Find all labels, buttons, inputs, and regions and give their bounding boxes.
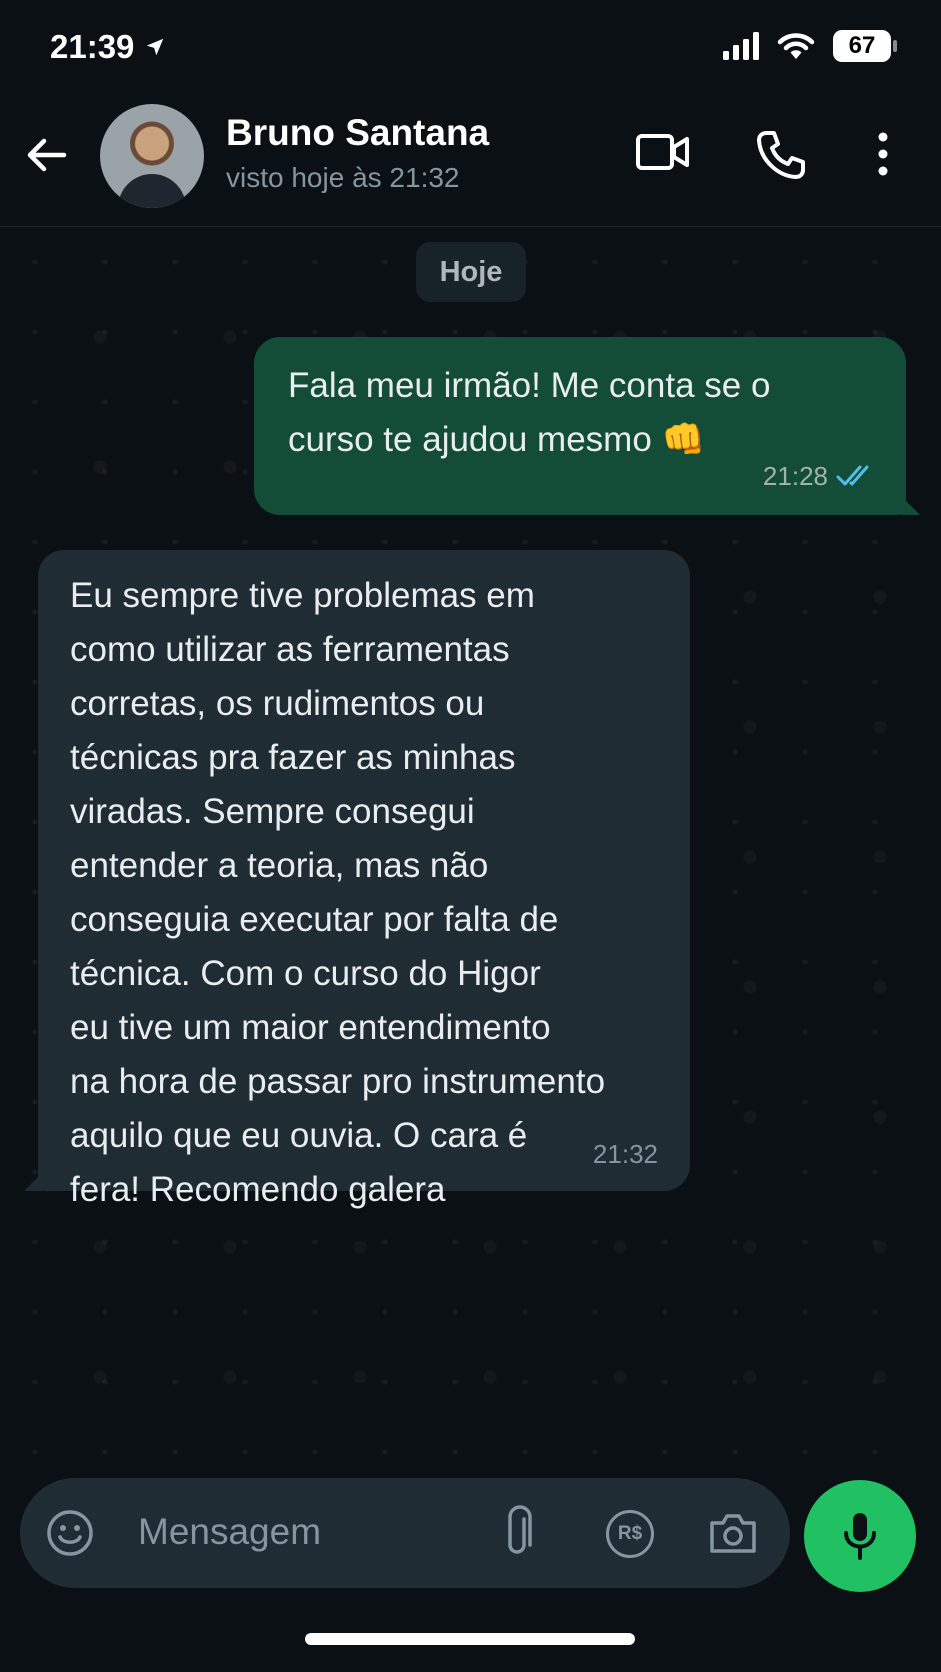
more-options-icon[interactable] [876,132,890,176]
chat-header: Bruno Santana visto hoje às 21:32 [0,100,941,227]
mic-icon [844,1513,876,1560]
chat-area[interactable]: Hoje Fala meu irmão! Me conta se o curso… [0,227,941,1477]
attach-icon[interactable] [500,1505,534,1561]
date-chip: Hoje [416,242,526,302]
message-input[interactable]: Mensagem [138,1511,321,1553]
location-arrow-icon [147,38,164,56]
status-time: 21:39 [50,28,135,65]
back-arrow-icon[interactable] [22,130,72,180]
battery-level: 67 [848,32,876,59]
message-time: 21:28 [762,461,828,491]
video-call-icon[interactable] [636,130,690,174]
mic-button[interactable] [804,1480,916,1592]
contact-name[interactable]: Bruno Santana [226,112,489,154]
double-check-read-icon [836,465,869,486]
payment-label: R$ [617,1523,643,1544]
camera-icon[interactable] [708,1511,758,1555]
payment-icon[interactable]: R$ [606,1510,654,1558]
message-time: 21:32 [592,1139,658,1169]
message-bubble-outgoing[interactable]: Fala meu irmão! Me conta se o curso te a… [254,337,920,515]
message-bubble-incoming[interactable]: Eu sempre tive problemas em como utiliza… [24,550,690,1209]
message-composer: Mensagem R$ [20,1478,790,1588]
home-indicator[interactable] [305,1633,635,1645]
avatar[interactable] [100,104,204,208]
wifi-icon [777,33,815,59]
emoji-icon[interactable] [46,1509,94,1557]
message-text: Eu sempre tive problemas em como utiliza… [70,576,606,1209]
battery-icon: 67 [833,30,897,62]
contact-status: visto hoje às 21:32 [226,162,460,193]
status-bar: 21:39 67 [0,0,941,100]
signal-icon [723,32,759,60]
voice-call-icon[interactable] [756,130,806,180]
